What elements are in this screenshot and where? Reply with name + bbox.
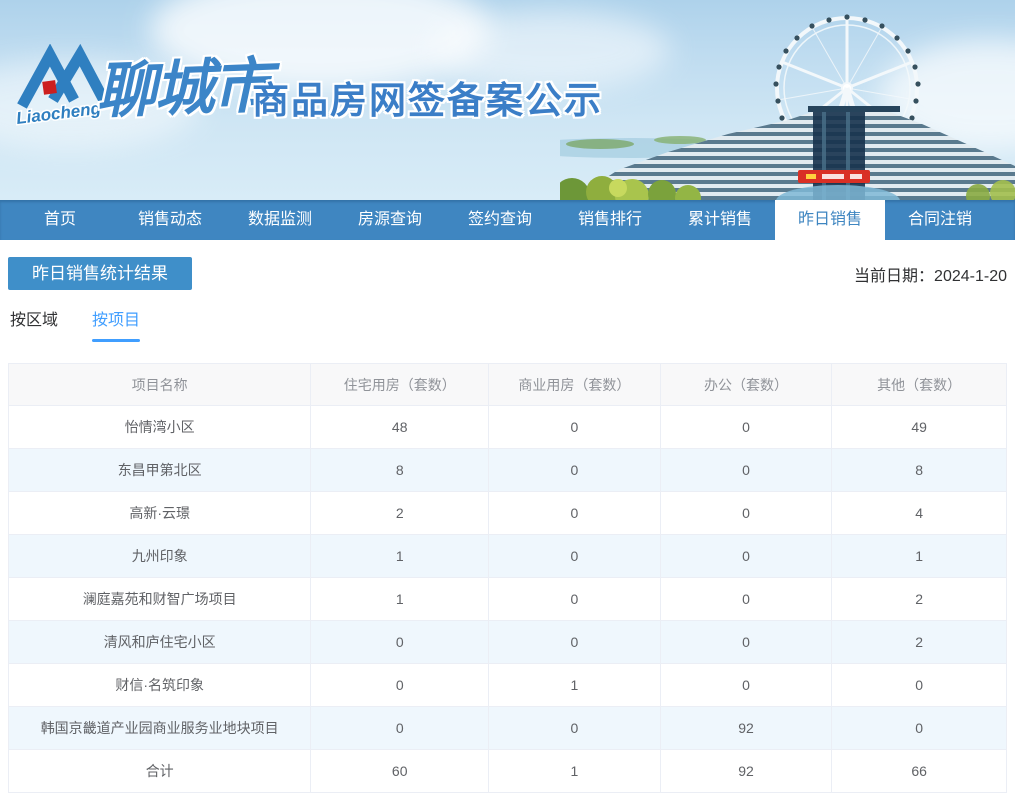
site-title: 商品房网签备案公示 [252, 80, 603, 121]
cell-other: 2 [831, 620, 1007, 664]
cell-residential: 0 [310, 620, 490, 664]
cell-residential: 0 [310, 706, 490, 750]
cell-other: 2 [831, 577, 1007, 621]
cell-residential: 48 [310, 405, 490, 449]
current-date-value: 2024-1-20 [934, 267, 1007, 285]
table-row: 九州印象 1 0 0 1 [7, 534, 1007, 578]
nav-item-listing-query[interactable]: 房源查询 [335, 200, 445, 240]
cell-commercial: 0 [488, 620, 661, 664]
cell-commercial: 0 [488, 577, 661, 621]
cell-project-name: 怡情湾小区 [7, 405, 312, 449]
cell-project-name: 合计 [7, 749, 312, 793]
cell-residential: 1 [310, 534, 490, 578]
nav-item-yesterday-sales[interactable]: 昨日销售 [775, 200, 885, 240]
nav-item-contract-query[interactable]: 签约查询 [445, 200, 555, 240]
brand-block: Liaocheng 聊城市 商品房网签备案公示 [0, 0, 640, 200]
cell-project-name: 清风和庐住宅小区 [7, 620, 312, 664]
col-header-residential: 住宅用房（套数） [310, 363, 490, 406]
city-name-calligraphy: 聊城市 [95, 51, 272, 126]
tab-by-project-label: 按项目 [92, 312, 141, 329]
active-tab-underline [92, 339, 141, 342]
col-header-office: 办公（套数） [659, 363, 833, 406]
cell-other: 49 [831, 405, 1007, 449]
cell-commercial: 0 [488, 448, 661, 492]
current-date-label: 当前日期： [854, 267, 935, 285]
table-header-row: 项目名称 住宅用房（套数） 商业用房（套数） 办公（套数） 其他（套数） [7, 363, 1007, 406]
cell-office: 0 [659, 663, 833, 707]
section-title-badge: 昨日销售统计结果 [8, 257, 192, 290]
page-root: Liaocheng 聊城市 商品房网签备案公示 首页 销售动态 数据监测 房源查… [0, 0, 1015, 806]
table-row: 韩国京畿道产业园商业服务业地块项目 0 0 92 0 [7, 706, 1007, 750]
cell-commercial: 1 [488, 749, 661, 793]
building-sign [798, 170, 870, 183]
col-header-commercial: 商业用房（套数） [488, 363, 661, 406]
table-row: 财信·名筑印象 0 1 0 0 [7, 663, 1007, 707]
cell-residential: 2 [310, 491, 490, 535]
cell-other: 1 [831, 534, 1007, 578]
cell-residential: 60 [310, 749, 490, 793]
cell-residential: 1 [310, 577, 490, 621]
cell-other: 4 [831, 491, 1007, 535]
nav-item-contract-cancel[interactable]: 合同注销 [885, 200, 995, 240]
tab-by-project[interactable]: 按项目 [92, 306, 140, 342]
cell-office: 0 [659, 405, 833, 449]
nav-item-sales-ranking[interactable]: 销售排行 [555, 200, 665, 240]
sales-stats-table: 项目名称 住宅用房（套数） 商业用房（套数） 办公（套数） 其他（套数） 怡情湾… [7, 363, 1007, 793]
cell-project-name: 韩国京畿道产业园商业服务业地块项目 [7, 706, 312, 750]
cell-office: 92 [659, 706, 833, 750]
title-row: 昨日销售统计结果 当前日期：2024-1-20 [8, 257, 1007, 290]
cell-other: 0 [831, 706, 1007, 750]
cell-other: 66 [831, 749, 1007, 793]
cell-project-name: 九州印象 [7, 534, 312, 578]
nav-item-home[interactable]: 首页 [5, 200, 115, 240]
main-content: 昨日销售统计结果 当前日期：2024-1-20 按区域 按项目 项目名称 住宅用… [0, 257, 1015, 793]
table-row: 东昌甲第北区 8 0 0 8 [7, 448, 1007, 492]
table-row: 高新·云璟 2 0 0 4 [7, 491, 1007, 535]
current-date: 当前日期：2024-1-20 [854, 262, 1007, 286]
cell-commercial: 0 [488, 491, 661, 535]
nav-item-sales-dynamics[interactable]: 销售动态 [115, 200, 225, 240]
cell-office: 0 [659, 534, 833, 578]
cell-commercial: 0 [488, 405, 661, 449]
cell-project-name: 东昌甲第北区 [7, 448, 312, 492]
cell-residential: 8 [310, 448, 490, 492]
cell-office: 92 [659, 749, 833, 793]
cell-residential: 0 [310, 663, 490, 707]
table-row: 清风和庐住宅小区 0 0 0 2 [7, 620, 1007, 664]
cell-commercial: 0 [488, 534, 661, 578]
cell-commercial: 1 [488, 663, 661, 707]
nav-item-data-monitoring[interactable]: 数据监测 [225, 200, 335, 240]
cell-project-name: 澜庭嘉苑和财智广场项目 [7, 577, 312, 621]
cell-office: 0 [659, 491, 833, 535]
table-row-total: 合计 60 1 92 66 [7, 749, 1007, 793]
banner: Liaocheng 聊城市 商品房网签备案公示 [0, 0, 1015, 200]
cell-project-name: 高新·云璟 [7, 491, 312, 535]
cell-commercial: 0 [488, 706, 661, 750]
cell-other: 8 [831, 448, 1007, 492]
view-tabs: 按区域 按项目 [8, 306, 1007, 342]
cell-office: 0 [659, 577, 833, 621]
nav-item-cumulative-sales[interactable]: 累计销售 [665, 200, 775, 240]
cell-other: 0 [831, 663, 1007, 707]
cell-office: 0 [659, 620, 833, 664]
tab-by-region[interactable]: 按区域 [10, 306, 58, 342]
col-header-other: 其他（套数） [831, 363, 1007, 406]
col-header-project-name: 项目名称 [7, 363, 312, 406]
cell-project-name: 财信·名筑印象 [7, 663, 312, 707]
cell-office: 0 [659, 448, 833, 492]
table-row: 澜庭嘉苑和财智广场项目 1 0 0 2 [7, 577, 1007, 621]
main-navbar: 首页 销售动态 数据监测 房源查询 签约查询 销售排行 累计销售 昨日销售 合同… [0, 200, 1015, 240]
table-row: 怡情湾小区 48 0 0 49 [7, 405, 1007, 449]
